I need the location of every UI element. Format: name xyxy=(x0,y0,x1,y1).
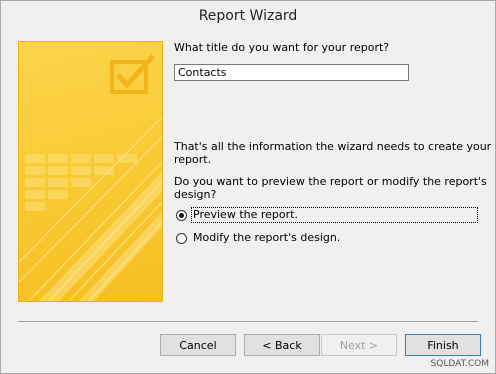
next-button: Next > xyxy=(321,334,397,356)
wizard-illustration xyxy=(18,41,163,302)
preview-option-label[interactable]: Preview the report. xyxy=(191,207,478,223)
info-text-line1: That's all the information the wizard ne… xyxy=(174,140,492,153)
modify-option-label[interactable]: Modify the report's design. xyxy=(192,231,341,245)
finish-button[interactable]: Finish xyxy=(405,334,481,356)
modify-radio-button[interactable] xyxy=(176,232,187,244)
window-title: Report Wizard xyxy=(1,1,495,32)
report-wizard-window: Report Wizard What title do you want for… xyxy=(0,0,496,374)
question-text-line2: design? xyxy=(174,188,217,201)
watermark-text: SQLDAT.COM xyxy=(430,359,489,369)
report-illustration-icon xyxy=(19,54,162,301)
option-modify-design[interactable]: Modify the report's design. xyxy=(176,230,341,246)
option-preview-report[interactable]: Preview the report. xyxy=(176,207,478,223)
cancel-button[interactable]: Cancel xyxy=(160,334,236,356)
question-text-line1: Do you want to preview the report or mod… xyxy=(174,175,487,188)
button-separator xyxy=(18,321,478,322)
wizard-client-area: What title do you want for your report? … xyxy=(1,32,495,373)
title-prompt-label: What title do you want for your report? xyxy=(174,41,390,54)
preview-radio-button[interactable] xyxy=(176,209,187,221)
report-title-input[interactable]: Contacts xyxy=(174,64,409,81)
back-button[interactable]: < Back xyxy=(244,334,320,356)
info-text-line2: report. xyxy=(174,153,212,166)
